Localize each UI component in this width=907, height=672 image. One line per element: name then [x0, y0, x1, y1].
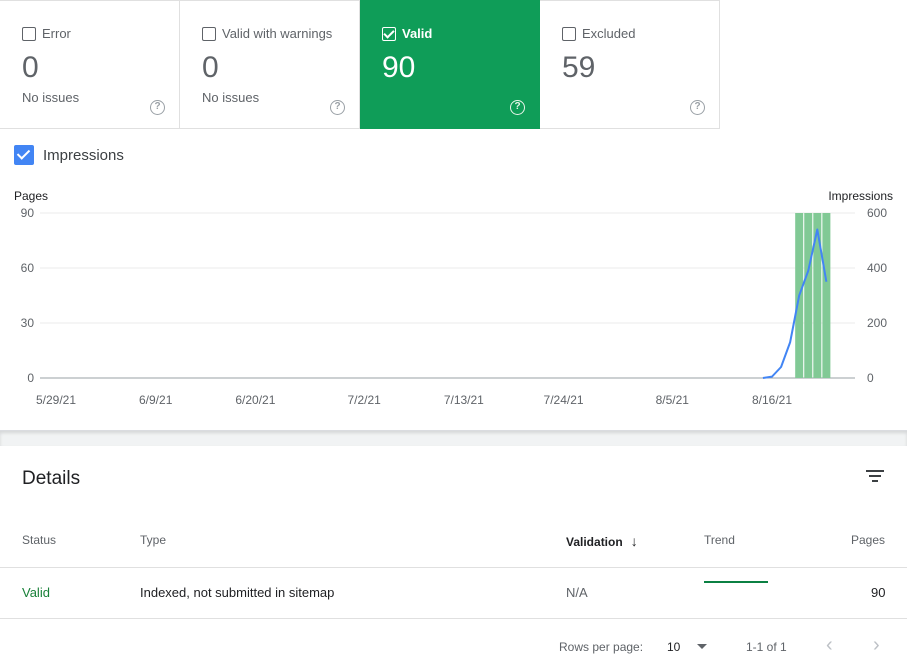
bar-pages — [804, 213, 813, 378]
column-status[interactable]: Status — [22, 533, 56, 547]
column-type[interactable]: Type — [140, 533, 166, 547]
card-label: Error — [42, 26, 71, 41]
table-row[interactable]: Valid Indexed, not submitted in sitemap … — [0, 568, 907, 619]
x-tick-label: 6/9/21 — [139, 393, 173, 407]
card-count: 0 — [22, 51, 39, 84]
help-icon[interactable]: ? — [150, 100, 165, 115]
card-count: 0 — [202, 51, 219, 84]
x-tick-label: 7/13/21 — [444, 393, 484, 407]
help-icon[interactable]: ? — [510, 100, 525, 115]
x-tick-label: 6/20/21 — [235, 393, 275, 407]
card-count: 90 — [382, 51, 416, 84]
table-header: Status Type Validation ↓ Trend Pages — [0, 520, 907, 568]
sort-arrow-icon: ↓ — [630, 533, 638, 549]
right-tick-label: 200 — [867, 316, 887, 330]
filter-icon[interactable] — [864, 467, 886, 485]
column-validation-label: Validation — [566, 535, 623, 549]
page-range: 1-1 of 1 — [746, 640, 787, 654]
bar-pages — [822, 213, 831, 378]
card-label: Valid — [402, 26, 433, 41]
x-tick-label: 8/5/21 — [656, 393, 690, 407]
rows-per-page-select[interactable]: 10 — [667, 640, 680, 654]
left-axis-label: Pages — [14, 189, 48, 203]
card-label: Valid with warnings — [222, 26, 333, 41]
card-subtext: No issues — [22, 90, 80, 105]
column-trend: Trend — [704, 533, 735, 547]
column-validation[interactable]: Validation ↓ — [566, 533, 638, 549]
row-type: Indexed, not submitted in sitemap — [140, 585, 335, 600]
error-card[interactable]: Error 0 No issues ? — [0, 0, 180, 129]
excluded-card[interactable]: Excluded 59 ? — [540, 0, 720, 129]
coverage-chart: Pages Impressions906030060040020005/29/21… — [14, 189, 893, 407]
details-title: Details — [22, 468, 81, 489]
left-tick-label: 30 — [21, 316, 35, 330]
rows-per-page-label: Rows per page: — [559, 640, 644, 654]
x-tick-label: 8/16/21 — [752, 393, 792, 407]
impressions-label: Impressions — [43, 146, 124, 164]
warnings-checkbox[interactable] — [202, 27, 216, 41]
right-axis-label: Impressions — [828, 189, 893, 203]
right-tick-label: 400 — [867, 261, 887, 275]
status-cards: Error 0 No issues ? Valid with warnings … — [0, 0, 720, 129]
chevron-down-icon[interactable] — [697, 644, 707, 649]
prev-page-icon[interactable]: ‹ — [826, 634, 833, 657]
section-divider — [0, 430, 907, 446]
right-tick-label: 600 — [867, 206, 887, 220]
row-status: Valid — [22, 585, 50, 600]
impressions-checkbox[interactable] — [14, 145, 34, 165]
card-count: 59 — [562, 51, 596, 84]
valid-checkbox[interactable] — [382, 27, 396, 41]
left-tick-label: 60 — [21, 261, 35, 275]
trend-sparkline — [704, 581, 768, 583]
right-tick-label: 0 — [867, 371, 874, 385]
x-tick-label: 7/24/21 — [544, 393, 584, 407]
next-page-icon[interactable]: › — [873, 634, 880, 657]
card-subtext: No issues — [202, 90, 260, 105]
row-validation: N/A — [566, 585, 588, 600]
x-tick-label: 7/2/21 — [347, 393, 381, 407]
left-tick-label: 0 — [27, 371, 34, 385]
valid-with-warnings-card[interactable]: Valid with warnings 0 No issues ? — [180, 0, 360, 129]
excluded-checkbox[interactable] — [562, 27, 576, 41]
valid-card[interactable]: Valid 90 ? — [360, 0, 540, 129]
card-label: Excluded — [582, 26, 636, 41]
x-tick-label: 5/29/21 — [36, 393, 76, 407]
column-pages[interactable]: Pages — [851, 533, 885, 547]
pagination: Rows per page: 10 1-1 of 1 ‹ › — [0, 630, 907, 660]
help-icon[interactable]: ? — [330, 100, 345, 115]
impressions-toggle[interactable]: Impressions — [14, 145, 124, 165]
row-pages: 90 — [871, 585, 886, 600]
help-icon[interactable]: ? — [690, 100, 705, 115]
error-checkbox[interactable] — [22, 27, 36, 41]
left-tick-label: 90 — [21, 206, 35, 220]
